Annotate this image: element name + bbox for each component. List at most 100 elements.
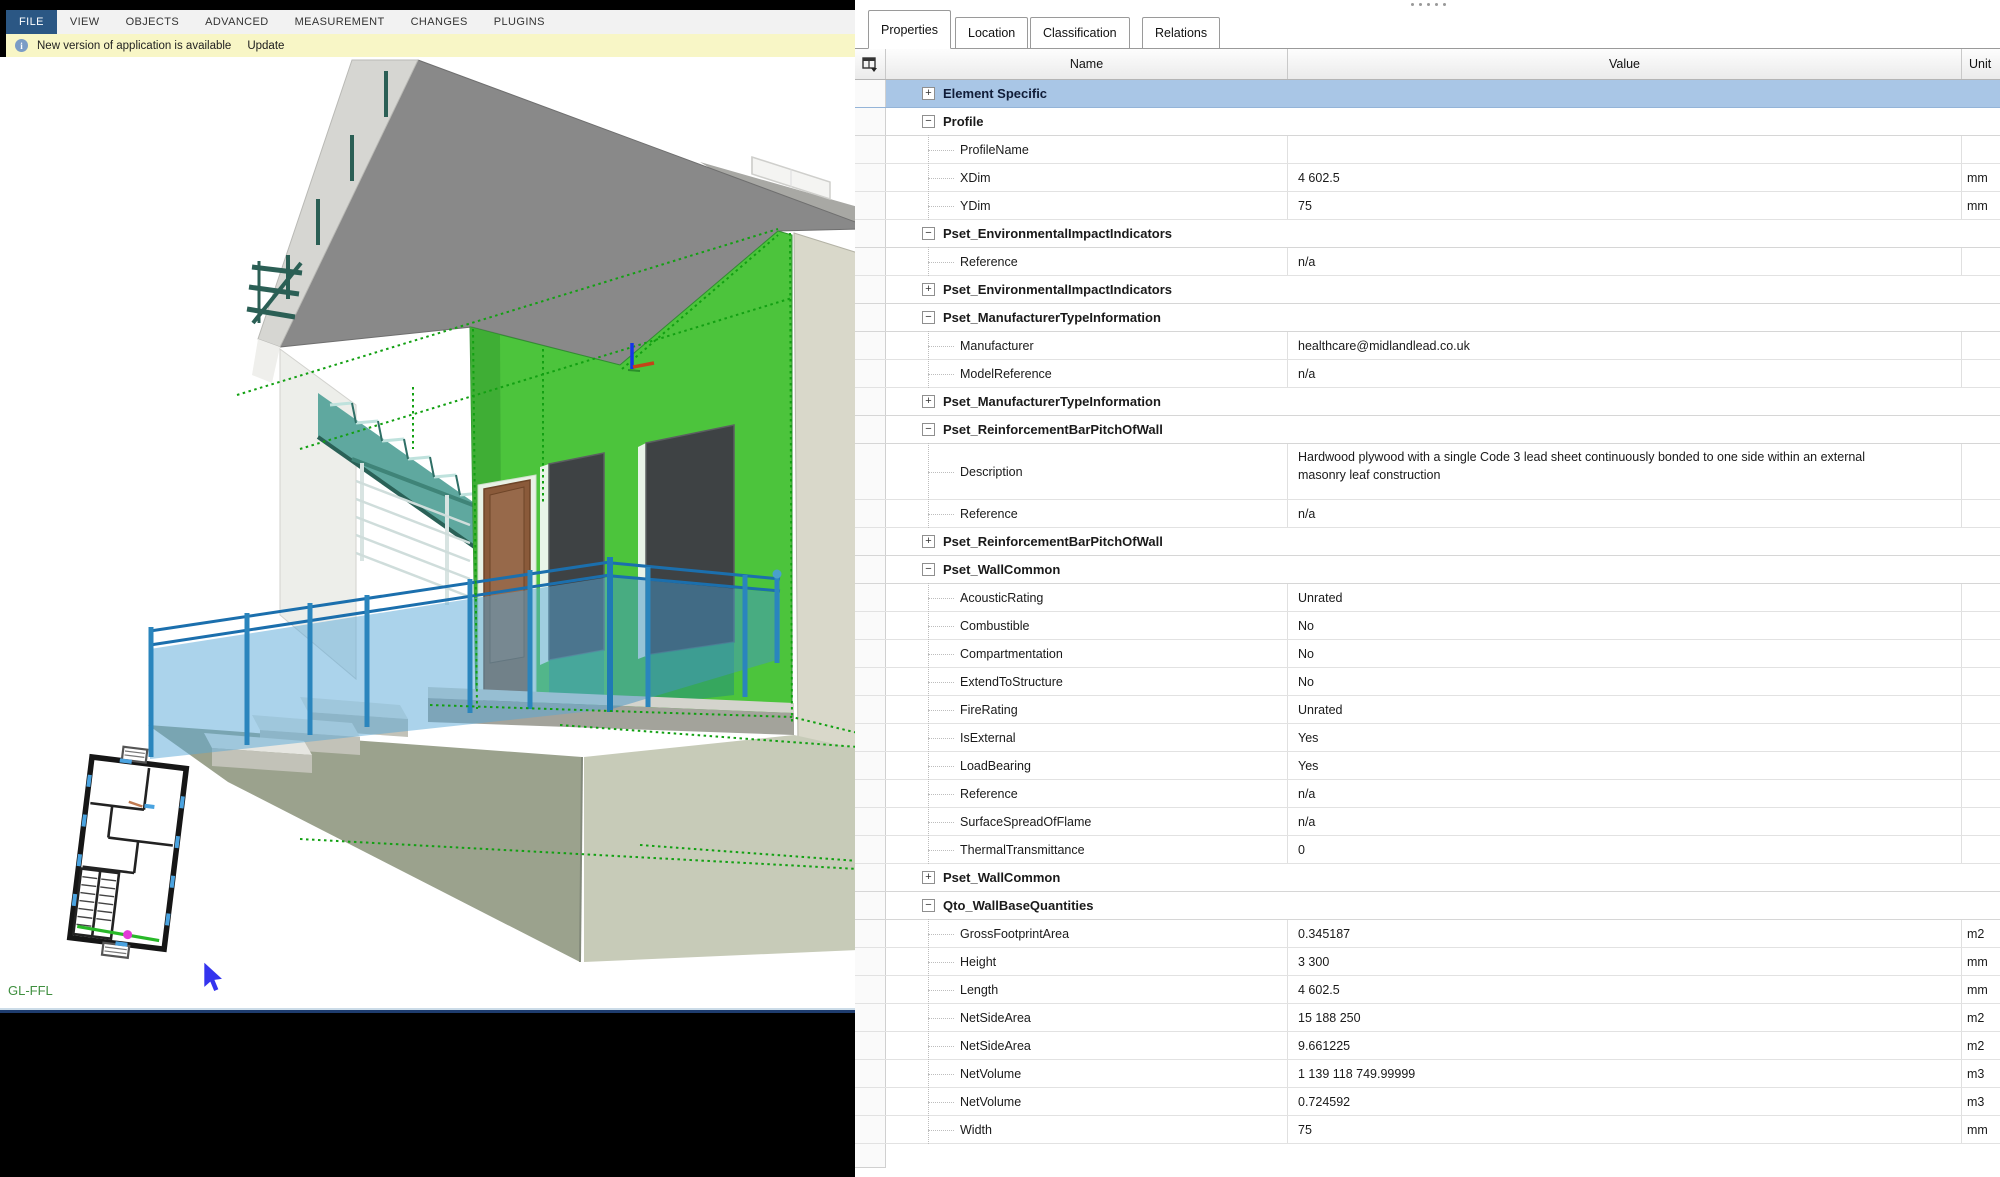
property-row[interactable]: NetVolume1 139 118 749.99999m3 [855,1060,2000,1088]
tab-relations[interactable]: Relations [1142,17,1220,49]
property-row[interactable]: IsExternalYes [855,724,2000,752]
property-row[interactable]: SurfaceSpreadOfFlamen/a [855,808,2000,836]
property-row[interactable]: Referencen/a [855,500,2000,528]
property-row[interactable]: CompartmentationNo [855,640,2000,668]
property-value[interactable]: Yes [1288,724,1962,751]
selected-group-row[interactable]: +Element Specific [855,80,2000,108]
property-row[interactable]: GrossFootprintArea0.345187m2 [855,920,2000,948]
property-row[interactable]: NetVolume0.724592m3 [855,1088,2000,1116]
collapse-icon[interactable]: − [922,899,935,912]
property-row[interactable]: ThermalTransmittance0 [855,836,2000,864]
property-value[interactable]: n/a [1288,780,1962,807]
tab-classification[interactable]: Classification [1030,17,1130,49]
menu-item-file[interactable]: FILE [6,10,57,34]
menu-item-objects[interactable]: OBJECTS [113,10,193,34]
property-value[interactable]: 4 602.5 [1288,164,1962,191]
3d-viewport[interactable]: GL-FFL [0,57,855,1010]
property-row[interactable]: DescriptionHardwood plywood with a singl… [855,444,2000,500]
property-value[interactable]: No [1288,612,1962,639]
property-value[interactable]: 0.345187 [1288,920,1962,947]
property-row[interactable]: ExtendToStructureNo [855,668,2000,696]
expand-icon[interactable]: + [922,87,935,100]
property-value[interactable]: No [1288,668,1962,695]
property-value[interactable]: n/a [1288,808,1962,835]
menu-item-advanced[interactable]: ADVANCED [192,10,282,34]
property-row[interactable]: YDim75mm [855,192,2000,220]
column-options-icon[interactable] [855,49,886,79]
update-button[interactable]: Update [247,40,284,52]
property-value[interactable]: Unrated [1288,584,1962,611]
property-group-row[interactable]: −Qto_WallBaseQuantities [855,892,2000,920]
property-value[interactable]: 9.661225 [1288,1032,1962,1059]
property-group-row[interactable]: −Pset_ManufacturerTypeInformation [855,304,2000,332]
column-header-value[interactable]: Value [1288,49,1962,79]
property-row[interactable]: FireRatingUnrated [855,696,2000,724]
column-header-unit[interactable]: Unit [1962,49,2000,79]
property-row[interactable]: ProfileName [855,136,2000,164]
property-row[interactable]: CombustibleNo [855,612,2000,640]
property-row[interactable]: Referencen/a [855,248,2000,276]
property-row[interactable]: Referencen/a [855,780,2000,808]
property-group-row[interactable]: −Pset_WallCommon [855,556,2000,584]
property-name: YDim [886,192,1288,219]
property-group-row[interactable]: +Pset_ManufacturerTypeInformation [855,388,2000,416]
property-row[interactable]: ModelReferencen/a [855,360,2000,388]
property-group-row[interactable]: +Pset_ReinforcementBarPitchOfWall [855,528,2000,556]
side-return-wall [794,233,855,769]
menu-item-measurement[interactable]: MEASUREMENT [282,10,398,34]
property-value[interactable]: 15 188 250 [1288,1004,1962,1031]
expand-icon[interactable]: + [922,283,935,296]
property-group-row[interactable]: −Pset_EnvironmentalImpactIndicators [855,220,2000,248]
property-value[interactable]: healthcare@midlandlead.co.uk [1288,332,1962,359]
property-row[interactable]: NetSideArea9.661225m2 [855,1032,2000,1060]
menu-item-plugins[interactable]: PLUGINS [481,10,558,34]
property-value[interactable]: n/a [1288,360,1962,387]
collapse-icon[interactable]: − [922,423,935,436]
property-row[interactable]: Width75mm [855,1116,2000,1144]
property-value[interactable]: 75 [1288,192,1962,219]
expand-icon[interactable]: + [922,535,935,548]
property-group-row[interactable]: −Profile [855,108,2000,136]
tab-location[interactable]: Location [955,17,1028,49]
tab-properties[interactable]: Properties [868,10,951,49]
property-row[interactable]: Manufacturerhealthcare@midlandlead.co.uk [855,332,2000,360]
property-value[interactable]: 0.724592 [1288,1088,1962,1115]
property-value[interactable]: n/a [1288,248,1962,275]
property-row[interactable]: Length4 602.5mm [855,976,2000,1004]
property-value[interactable]: 0 [1288,836,1962,863]
property-value[interactable] [1288,136,1962,163]
property-row[interactable]: LoadBearingYes [855,752,2000,780]
property-row[interactable]: XDim4 602.5mm [855,164,2000,192]
group-label: Pset_WallCommon [943,562,1060,577]
property-row[interactable]: NetSideArea15 188 250m2 [855,1004,2000,1032]
property-name: IsExternal [886,724,1288,751]
property-value[interactable]: 75 [1288,1116,1962,1143]
menu-item-view[interactable]: VIEW [57,10,113,34]
property-row[interactable]: AcousticRatingUnrated [855,584,2000,612]
row-gutter [855,584,886,611]
property-group-row[interactable]: +Pset_EnvironmentalImpactIndicators [855,276,2000,304]
property-value[interactable]: Unrated [1288,696,1962,723]
property-value[interactable]: n/a [1288,500,1962,527]
property-unit: mm [1962,976,2000,1003]
collapse-icon[interactable]: − [922,115,935,128]
menu-item-changes[interactable]: CHANGES [398,10,481,34]
collapse-icon[interactable]: − [922,563,935,576]
property-unit: mm [1962,948,2000,975]
property-group-row[interactable]: −Pset_ReinforcementBarPitchOfWall [855,416,2000,444]
property-value[interactable]: 1 139 118 749.99999 [1288,1060,1962,1087]
column-header-name[interactable]: Name [886,49,1288,79]
property-value[interactable]: 4 602.5 [1288,976,1962,1003]
property-value[interactable]: No [1288,640,1962,667]
collapse-icon[interactable]: − [922,227,935,240]
property-row[interactable]: Height3 300mm [855,948,2000,976]
panel-drag-handle[interactable] [1411,3,1446,6]
expand-icon[interactable]: + [922,871,935,884]
menu-bar: FILEVIEWOBJECTSADVANCEDMEASUREMENTCHANGE… [6,10,855,34]
property-group-row[interactable]: +Pset_WallCommon [855,864,2000,892]
property-value[interactable]: Hardwood plywood with a single Code 3 le… [1288,444,1962,499]
property-value[interactable]: Yes [1288,752,1962,779]
property-value[interactable]: 3 300 [1288,948,1962,975]
collapse-icon[interactable]: − [922,311,935,324]
expand-icon[interactable]: + [922,395,935,408]
